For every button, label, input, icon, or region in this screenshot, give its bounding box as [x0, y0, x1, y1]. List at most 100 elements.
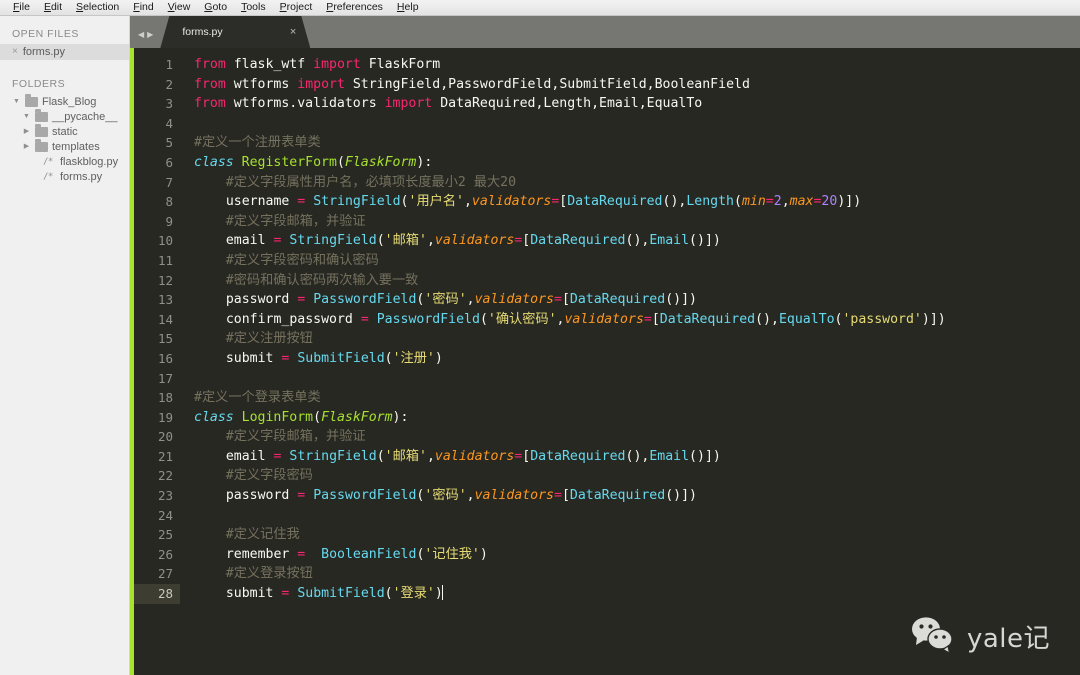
- line-number: 7: [165, 174, 173, 190]
- menu-item-help[interactable]: Help: [390, 0, 426, 15]
- menu-item-goto[interactable]: Goto: [197, 0, 234, 15]
- code-line: confirm_password = PasswordField('确认密码',…: [225, 311, 946, 327]
- line-number: 8: [165, 194, 173, 210]
- tab-prev-arrow[interactable]: ◀: [138, 31, 144, 39]
- line-number: 16: [157, 350, 173, 366]
- code-line: password = PasswordField('密码',validators…: [225, 488, 697, 504]
- chevron-right-icon[interactable]: ▶: [22, 128, 31, 135]
- editor-body: 1 2 3 4 5 6 7 8 9 10 11 12 13 14 15 16 17 18 19 20 21 22 23 24 2…: [130, 48, 1080, 675]
- editor-area: ◀ ▶ forms.py × 1 2 3 4 5 6 7 8 9 10 11 12 13 14 15 16 17 1…: [130, 16, 1080, 675]
- code-line: password = PasswordField('密码',validators…: [225, 292, 697, 308]
- menu-item-find[interactable]: Find: [126, 0, 160, 15]
- code-line: #定义一个注册表单类: [194, 135, 321, 151]
- menu-item-project[interactable]: Project: [273, 0, 320, 15]
- line-number: 18: [157, 390, 173, 406]
- code-line: from wtforms.validators import DataRequi…: [194, 96, 703, 112]
- tab-scroll-arrows[interactable]: ◀ ▶: [130, 31, 160, 48]
- menu-item-tools[interactable]: Tools: [234, 0, 273, 15]
- chevron-right-icon[interactable]: ▶: [22, 143, 31, 150]
- code-content[interactable]: from flask_wtf import FlaskForm from wtfo…: [180, 48, 1080, 675]
- editor-tab[interactable]: forms.py ×: [160, 16, 310, 48]
- open-files-header: OPEN FILES: [12, 28, 79, 40]
- code-line: #定义一个登录表单类: [194, 390, 321, 406]
- menu-item-view[interactable]: View: [161, 0, 198, 15]
- chevron-down-icon[interactable]: ▼: [12, 98, 21, 105]
- file-icon: /*: [43, 156, 53, 167]
- menu-item-preferences[interactable]: Preferences: [319, 0, 390, 15]
- tab-close-icon[interactable]: ×: [290, 26, 296, 38]
- line-number: 13: [157, 292, 173, 308]
- line-number: 5: [165, 135, 173, 151]
- tree-file-row[interactable]: /* flaskblog.py: [0, 154, 129, 169]
- line-number: 6: [165, 154, 173, 170]
- code-line: #定义字段密码: [225, 468, 313, 484]
- code-line: #定义注册按钮: [225, 331, 313, 347]
- code-line: submit = SubmitField('注册'): [225, 350, 443, 366]
- tab-next-arrow[interactable]: ▶: [147, 31, 153, 39]
- file-icon: /*: [43, 171, 53, 182]
- menu-bar: File Edit Selection Find View Goto Tools Projec…: [0, 0, 1080, 16]
- line-number: 26: [157, 546, 173, 562]
- line-number: 28: [134, 584, 180, 604]
- line-number: 23: [157, 488, 173, 504]
- tree-row-label: __pycache__: [52, 110, 118, 123]
- tree-row-label: templates: [52, 140, 100, 153]
- open-file-row[interactable]: × forms.py: [0, 44, 129, 60]
- line-number: 19: [157, 409, 173, 425]
- chevron-down-icon[interactable]: ▼: [22, 113, 31, 120]
- menu-item-file[interactable]: File: [6, 0, 37, 15]
- line-number: 25: [157, 527, 173, 543]
- code-line: from wtforms import StringField,Password…: [194, 76, 750, 92]
- line-number: 20: [157, 429, 173, 445]
- line-number: 17: [157, 370, 173, 386]
- line-number: 9: [165, 213, 173, 229]
- line-number: 22: [157, 468, 173, 484]
- code-line: #定义字段邮箱，并验证: [225, 429, 366, 445]
- menu-item-edit[interactable]: Edit: [37, 0, 69, 15]
- line-number: 15: [157, 331, 173, 347]
- tree-folder-row[interactable]: ▶ static: [0, 124, 129, 139]
- code-line: email = StringField('邮箱',validators=[Dat…: [225, 233, 721, 249]
- folder-tree: ▼ Flask_Blog ▼ __pycache__ ▶ static ▶ templates…: [0, 94, 129, 184]
- open-files-list: × forms.py: [0, 44, 129, 60]
- line-number: 4: [165, 115, 173, 131]
- text-caret: [441, 585, 443, 601]
- tree-folder-row[interactable]: ▼ __pycache__: [0, 109, 129, 124]
- code-line: #定义字段密码和确认密码: [225, 252, 379, 268]
- tab-title: forms.py: [182, 26, 223, 38]
- tree-row-label: flaskblog.py: [60, 155, 119, 168]
- folder-icon: [35, 139, 48, 152]
- code-line: username = StringField('用户名',validators=…: [225, 194, 862, 210]
- line-number: 11: [157, 252, 173, 268]
- code-line: #定义字段属性用户名，必填项长度最小2 最大20: [225, 174, 517, 190]
- code-line: class LoginForm(FlaskForm):: [194, 409, 409, 425]
- code-line: #密码和确认密码两次输入要一致: [225, 272, 419, 288]
- close-icon[interactable]: ×: [12, 47, 18, 57]
- tab-bar: ◀ ▶ forms.py ×: [130, 16, 1080, 48]
- line-number: 14: [157, 311, 173, 327]
- code-line: remember = BooleanField('记住我'): [225, 546, 488, 562]
- code-line: submit = SubmitField('登录'): [225, 585, 443, 602]
- folder-icon: [35, 124, 48, 137]
- tree-row-label: Flask_Blog: [42, 95, 97, 108]
- tabs-holder: forms.py ×: [160, 16, 310, 48]
- menu-item-selection[interactable]: Selection: [69, 0, 126, 15]
- main-window: OPEN FILES × forms.py FOLDERS ▼ Flask_Blog…: [0, 16, 1080, 675]
- code-line: class RegisterForm(FlaskForm):: [194, 154, 433, 170]
- code-line: from flask_wtf import FlaskForm: [194, 57, 441, 72]
- line-number: 27: [157, 566, 173, 582]
- line-number: 21: [157, 448, 173, 464]
- tree-folder-row[interactable]: ▶ templates: [0, 139, 129, 154]
- line-number: 12: [157, 272, 173, 288]
- line-number: 3: [165, 96, 173, 112]
- tree-file-row[interactable]: /* forms.py: [0, 169, 129, 184]
- tree-row-label: static: [52, 125, 78, 138]
- line-number: 1: [165, 57, 173, 72]
- folder-icon: [35, 109, 48, 122]
- folders-header: FOLDERS: [12, 78, 66, 90]
- open-file-label: forms.py: [22, 46, 66, 58]
- tree-folder-row[interactable]: ▼ Flask_Blog: [0, 94, 129, 109]
